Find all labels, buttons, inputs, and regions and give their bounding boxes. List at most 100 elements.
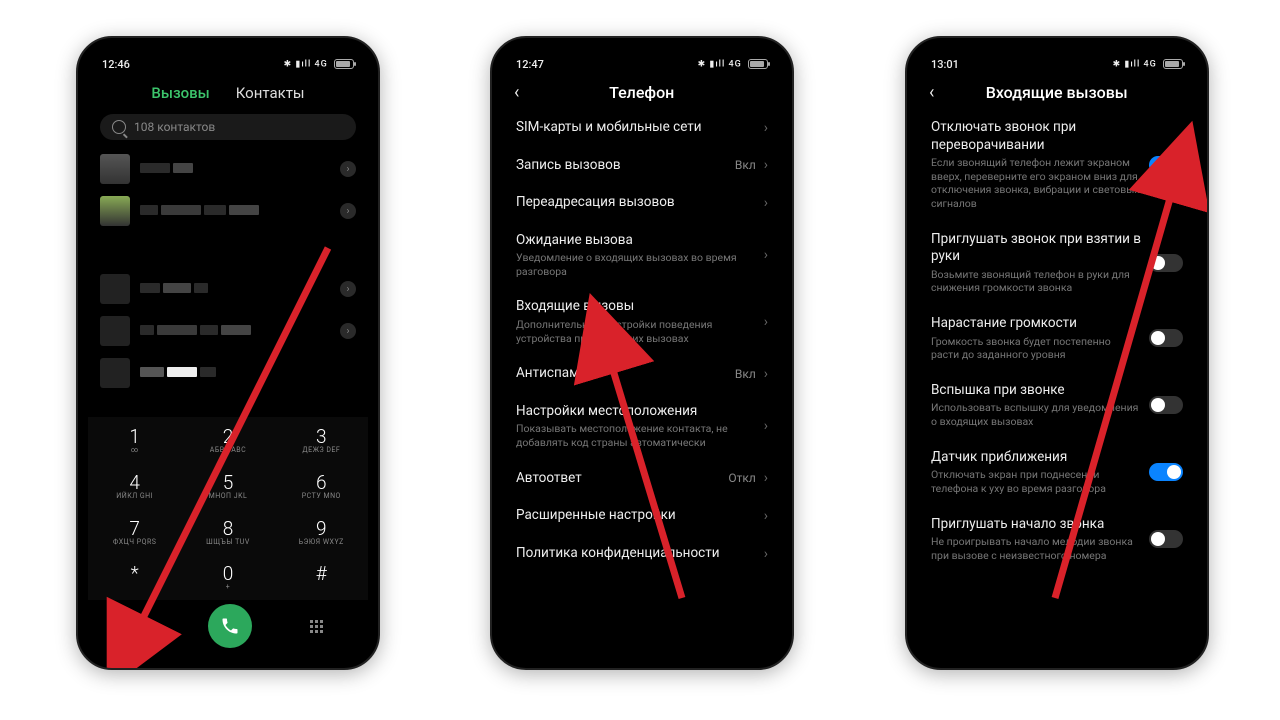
dial-key-8[interactable]: 8ШЩЪЫ TUV xyxy=(181,509,274,555)
menu-icon[interactable] xyxy=(133,619,151,633)
dial-key-1[interactable]: 1∞ xyxy=(88,417,181,463)
setting-row[interactable]: Входящие вызовыДополнительные настройки … xyxy=(516,288,768,355)
status-bar: 13:01 ✱ ▮ıll 4G xyxy=(917,48,1197,76)
tabs: Вызовы Контакты xyxy=(88,76,368,110)
dialpad-toggle-icon[interactable] xyxy=(310,620,323,633)
setting-title: Приглушать начало звонка xyxy=(931,516,1141,534)
setting-row[interactable]: Настройки местоположенияПоказывать место… xyxy=(516,393,768,460)
setting-desc: Громкость звонка будет постепенно расти … xyxy=(931,335,1141,362)
setting-row[interactable]: Антиспам Вкл › xyxy=(516,355,768,393)
chevron-right-icon[interactable]: › xyxy=(340,203,356,219)
clock: 12:46 xyxy=(102,58,130,71)
setting-desc: Возьмите звонящий телефон в руки для сни… xyxy=(931,268,1141,295)
call-row[interactable] xyxy=(96,352,360,394)
chevron-right-icon: › xyxy=(764,470,768,486)
chevron-right-icon: › xyxy=(764,314,768,330)
dialpad: 1∞ 2АБВГ ABC 3ДЕЖЗ DEF 4ИЙКЛ GHI 5МНОП J… xyxy=(88,417,368,600)
phone-2: 12:47 ✱ ▮ıll 4G ‹ Телефон SIM-карты и мо… xyxy=(490,36,794,670)
call-list: › › › › xyxy=(88,144,368,394)
setting-desc: Отключать экран при поднесении телефона … xyxy=(931,468,1141,495)
call-row[interactable]: › xyxy=(96,268,360,310)
dial-key-2[interactable]: 2АБВГ ABC xyxy=(181,417,274,463)
toggle[interactable] xyxy=(1149,463,1183,481)
dial-key-5[interactable]: 5МНОП JKL xyxy=(181,463,274,509)
call-button[interactable] xyxy=(208,604,252,648)
setting-desc: Показывать местоположение контакта, не д… xyxy=(516,422,756,449)
phone-3: 13:01 ✱ ▮ıll 4G ‹ Входящие вызовы Отключ… xyxy=(905,36,1209,670)
setting-row[interactable]: Ожидание вызоваУведомление о входящих вы… xyxy=(516,222,768,289)
bottom-bar xyxy=(88,604,368,648)
header: ‹ Телефон xyxy=(502,76,782,109)
status-bar: 12:47 ✱ ▮ıll 4G xyxy=(502,48,782,76)
setting-row[interactable]: Отключать звонок при переворачиванииЕсли… xyxy=(931,109,1183,221)
setting-title: Вспышка при звонке xyxy=(931,382,1141,400)
toggle[interactable] xyxy=(1149,156,1183,174)
clock: 13:01 xyxy=(931,58,959,71)
setting-desc: Уведомление о входящих вызовах во время … xyxy=(516,251,756,278)
dial-key-4[interactable]: 4ИЙКЛ GHI xyxy=(88,463,181,509)
setting-row[interactable]: Вспышка при звонкеИспользовать вспышку д… xyxy=(931,372,1183,439)
header-title: Телефон xyxy=(513,83,770,102)
setting-desc: Использовать вспышку для уведомления о в… xyxy=(931,401,1141,428)
status-icons: ✱ ▮ıll 4G xyxy=(284,59,354,69)
call-row[interactable]: › xyxy=(96,148,360,190)
setting-value: Вкл xyxy=(735,367,756,381)
setting-row[interactable]: Датчик приближенияОтключать экран при по… xyxy=(931,439,1183,506)
setting-title: Расширенные настройки xyxy=(516,507,756,525)
chevron-right-icon: › xyxy=(764,195,768,211)
setting-title: Датчик приближения xyxy=(931,449,1141,467)
chevron-right-icon: › xyxy=(764,247,768,263)
chevron-right-icon[interactable]: › xyxy=(340,323,356,339)
status-icons: ✱ ▮ıll 4G xyxy=(1113,59,1183,69)
setting-row[interactable]: Переадресация вызовов › xyxy=(516,184,768,222)
setting-row[interactable]: Политика конфиденциальности› xyxy=(516,535,768,573)
chevron-right-icon: › xyxy=(764,366,768,382)
setting-title: SIM-карты и мобильные сети xyxy=(516,119,756,137)
dial-key-3[interactable]: 3ДЕЖЗ DEF xyxy=(275,417,368,463)
setting-title: Антиспам xyxy=(516,365,727,383)
setting-title: Запись вызовов xyxy=(516,157,727,175)
setting-title: Отключать звонок при переворачивании xyxy=(931,119,1141,154)
setting-row[interactable]: Приглушать начало звонкаНе проигрывать н… xyxy=(931,506,1183,573)
search-icon xyxy=(112,120,126,134)
call-row[interactable]: › xyxy=(96,190,360,232)
setting-value: Вкл xyxy=(735,158,756,172)
setting-row[interactable]: SIM-карты и мобильные сети › xyxy=(516,109,768,147)
chevron-right-icon[interactable]: › xyxy=(340,161,356,177)
dial-key-9[interactable]: 9ЬЭЮЯ WXYZ xyxy=(275,509,368,555)
dial-key-7[interactable]: 7ФХЦЧ PQRS xyxy=(88,509,181,555)
setting-row[interactable]: Приглушать звонок при взятии в рукиВозьм… xyxy=(931,221,1183,305)
search-bar[interactable]: 108 контактов xyxy=(100,114,356,140)
tab-calls[interactable]: Вызовы xyxy=(151,84,209,102)
setting-row[interactable]: Расширенные настройки › xyxy=(516,497,768,535)
dial-key-6[interactable]: 6РСТУ MNO xyxy=(275,463,368,509)
dial-key-0[interactable]: 0+ xyxy=(181,554,274,600)
tab-contacts[interactable]: Контакты xyxy=(236,84,305,102)
setting-row[interactable]: Нарастание громкости Громкость звонка буд… xyxy=(931,305,1183,372)
setting-desc: Не проигрывать начало мелодии звонка при… xyxy=(931,535,1141,562)
settings-list: Отключать звонок при переворачиванииЕсли… xyxy=(917,109,1197,572)
setting-title: Переадресация вызовов xyxy=(516,194,756,212)
clock: 12:47 xyxy=(516,58,544,71)
setting-title: Автоответ xyxy=(516,470,720,488)
dial-key-star[interactable]: * xyxy=(88,554,181,600)
toggle[interactable] xyxy=(1149,254,1183,272)
search-placeholder: 108 контактов xyxy=(134,120,215,134)
setting-value: Откл xyxy=(728,471,755,485)
toggle[interactable] xyxy=(1149,396,1183,414)
setting-title: Настройки местоположения xyxy=(516,403,756,421)
setting-title: Нарастание громкости xyxy=(931,315,1141,333)
call-row[interactable]: › xyxy=(96,310,360,352)
settings-list: SIM-карты и мобильные сети › Запись вызово… xyxy=(502,109,782,572)
dial-key-hash[interactable]: # xyxy=(275,554,368,600)
header-title: Входящие вызовы xyxy=(928,83,1185,102)
chevron-right-icon[interactable]: › xyxy=(340,281,356,297)
setting-desc: Если звонящий телефон лежит экраном ввер… xyxy=(931,156,1141,211)
setting-row[interactable]: Запись вызововВкл› xyxy=(516,147,768,185)
chevron-right-icon: › xyxy=(764,508,768,524)
toggle[interactable] xyxy=(1149,329,1183,347)
setting-row[interactable]: Автоответ Откл › xyxy=(516,460,768,498)
setting-title: Приглушать звонок при взятии в руки xyxy=(931,231,1141,266)
toggle[interactable] xyxy=(1149,530,1183,548)
chevron-right-icon: › xyxy=(764,120,768,136)
